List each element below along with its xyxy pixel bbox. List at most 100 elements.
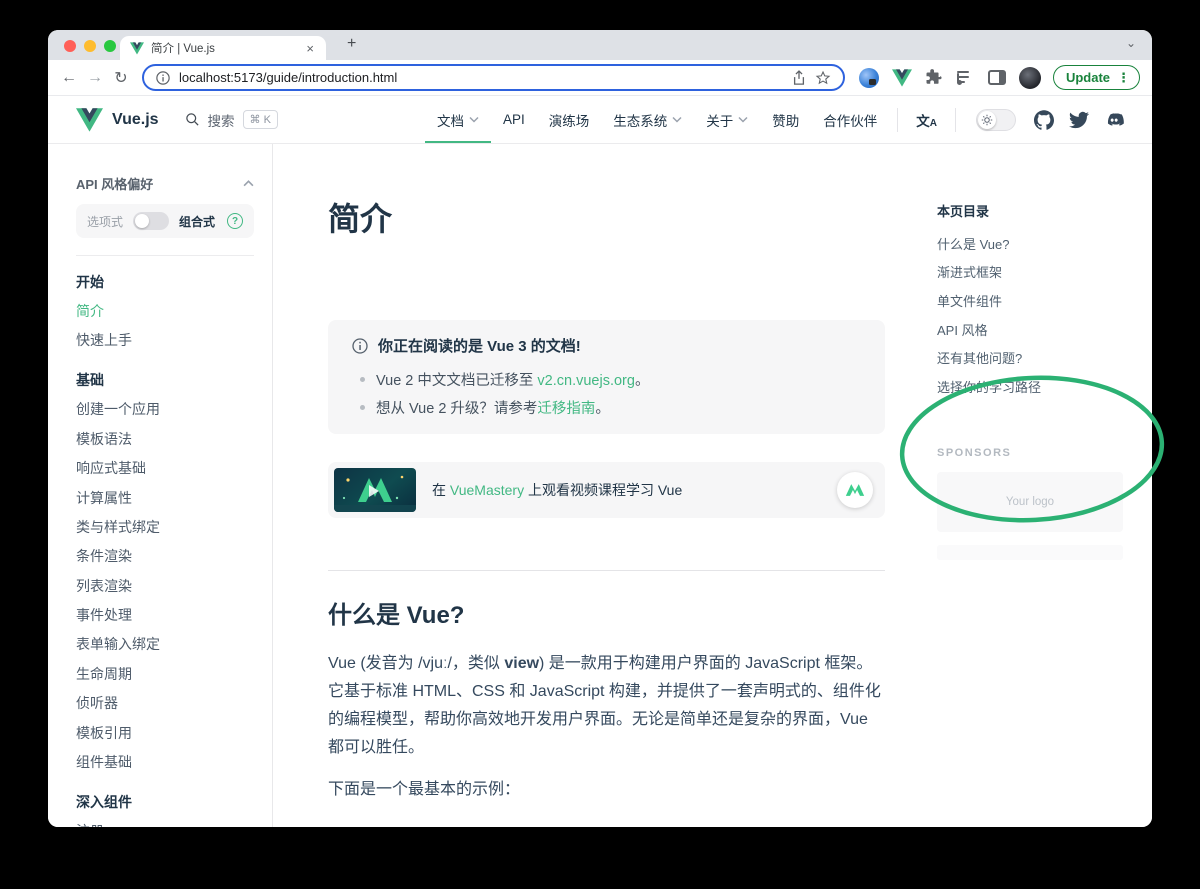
- social-links: [1034, 110, 1124, 130]
- bullet-dot-icon: [360, 377, 365, 382]
- sidebar-item[interactable]: 列表渲染: [76, 571, 254, 600]
- api-preference-header[interactable]: API 风格偏好: [76, 174, 254, 193]
- vpn-extension-icon[interactable]: [859, 68, 879, 88]
- side-panel-icon[interactable]: [988, 70, 1006, 85]
- toc-item[interactable]: 选择你的学习路径: [937, 372, 1152, 401]
- sidebar-item[interactable]: 注册: [76, 817, 254, 827]
- sidebar-item[interactable]: 计算属性: [76, 483, 254, 512]
- api-style-switch[interactable]: [133, 212, 169, 230]
- toc-item[interactable]: 什么是 Vue?: [937, 229, 1152, 258]
- discord-icon[interactable]: [1104, 110, 1124, 130]
- tab-search-chevron-icon[interactable]: ⌄: [1126, 36, 1136, 50]
- tab-title: 简介 | Vue.js: [151, 40, 304, 56]
- new-tab-button[interactable]: +: [340, 34, 363, 54]
- vuemastery-badge: [837, 472, 873, 508]
- inline-link[interactable]: 迁移指南: [537, 401, 595, 417]
- inline-link[interactable]: v2.cn.vuejs.org: [537, 373, 635, 389]
- sidebar-item[interactable]: 创建一个应用: [76, 395, 254, 424]
- composition-api-label[interactable]: 组合式: [179, 213, 215, 230]
- back-button[interactable]: ←: [56, 69, 82, 87]
- toc-item[interactable]: 单文件组件: [937, 286, 1152, 315]
- sidebar-item[interactable]: 表单输入绑定: [76, 630, 254, 659]
- tab-bar: 简介 | Vue.js × + ⌄: [48, 30, 1152, 60]
- sponsors-label: SPONSORS: [937, 447, 1152, 459]
- sidebar-item[interactable]: 模板引用: [76, 718, 254, 747]
- tab-audio-extension-icon[interactable]: [957, 70, 975, 86]
- toc-item[interactable]: 还有其他问题?: [937, 343, 1152, 372]
- search-button[interactable]: 搜索 ⌘ K: [185, 110, 278, 130]
- close-window-button[interactable]: [64, 40, 76, 52]
- vuemastery-link[interactable]: VueMastery: [450, 482, 524, 498]
- site-info-icon[interactable]: [156, 71, 170, 85]
- zoom-window-button[interactable]: [104, 40, 116, 52]
- main-content: 简介 你正在阅读的是 Vue 3 的文档! Vue 2 中文文档已迁移至 v2.…: [328, 144, 885, 827]
- puzzle-extensions-icon[interactable]: [925, 68, 944, 87]
- sponsor-placeholder-bar: [937, 545, 1123, 560]
- sidebar-item[interactable]: 生命周期: [76, 659, 254, 688]
- nav-item-label: 生态系统: [613, 110, 667, 130]
- close-tab-icon[interactable]: ×: [304, 40, 316, 57]
- nav-item-api[interactable]: API: [491, 96, 537, 143]
- nav-item-label: 文档: [437, 110, 464, 130]
- api-style-help-icon[interactable]: ?: [227, 213, 243, 229]
- nav-item-partners[interactable]: 合作伙伴: [811, 96, 889, 143]
- sidebar-item[interactable]: 简介: [76, 296, 254, 325]
- toc-item[interactable]: API 风格: [937, 315, 1152, 344]
- sidebar-item[interactable]: 事件处理: [76, 600, 254, 629]
- info-box-title-row: 你正在阅读的是 Vue 3 的文档!: [352, 335, 861, 356]
- sidebar-item[interactable]: 类与样式绑定: [76, 512, 254, 541]
- site-header: Vue.js 搜索 ⌘ K 文档 API 演练场 生态系统 关于 赞助合作伙伴 文A: [48, 96, 1152, 144]
- translate-menu[interactable]: 文A: [906, 110, 947, 130]
- api-preference-title: API 风格偏好: [76, 174, 153, 193]
- sidebar-sections: 开始简介快速上手基础创建一个应用模板语法响应式基础计算属性类与样式绑定条件渲染列…: [76, 267, 254, 827]
- share-icon[interactable]: [792, 70, 806, 86]
- vue-devtools-icon[interactable]: [892, 69, 912, 87]
- sidebar-section-title: 基础: [76, 366, 254, 395]
- site-logo[interactable]: Vue.js: [76, 108, 159, 132]
- browser-menu-icon[interactable]: ⋮: [1117, 70, 1130, 86]
- sidebar-item[interactable]: 条件渲染: [76, 542, 254, 571]
- browser-tab[interactable]: 简介 | Vue.js ×: [120, 36, 326, 60]
- profile-avatar[interactable]: [1019, 67, 1041, 89]
- nav-item-sponsor[interactable]: 赞助: [760, 96, 811, 143]
- sidebar-item[interactable]: 侦听器: [76, 689, 254, 718]
- vuemastery-banner[interactable]: 在 VueMastery 上观看视频课程学习 Vue: [328, 462, 885, 518]
- forward-button[interactable]: →: [82, 69, 108, 87]
- github-icon[interactable]: [1034, 110, 1054, 130]
- nav-item-about[interactable]: 关于: [694, 96, 760, 143]
- sidebar-item[interactable]: 响应式基础: [76, 454, 254, 483]
- chevron-down-icon: [738, 116, 748, 123]
- sidebar-item[interactable]: 快速上手: [76, 325, 254, 354]
- url-text[interactable]: localhost:5173/guide/introduction.html: [179, 70, 783, 85]
- nav-item-label: 演练场: [549, 110, 590, 130]
- toc-item[interactable]: 渐进式框架: [937, 258, 1152, 287]
- search-shortcut-kbd: ⌘ K: [243, 110, 278, 129]
- nav-item-label: 关于: [706, 110, 733, 130]
- right-aside: 本页目录 什么是 Vue?渐进式框架单文件组件API 风格还有其他问题?选择你的…: [937, 144, 1152, 560]
- minimize-window-button[interactable]: [84, 40, 96, 52]
- twitter-icon[interactable]: [1069, 110, 1089, 130]
- info-bullet: Vue 2 中文文档已迁移至 v2.cn.vuejs.org。: [360, 365, 861, 393]
- nav-item-docs[interactable]: 文档: [425, 96, 491, 143]
- sidebar-section: 基础创建一个应用模板语法响应式基础计算属性类与样式绑定条件渲染列表渲染事件处理表…: [76, 366, 254, 777]
- sponsor-placeholder-box[interactable]: Your logo: [937, 472, 1123, 532]
- chevron-up-icon: [243, 180, 254, 187]
- nav-item-playground[interactable]: 演练场: [537, 96, 602, 143]
- extensions-area: [853, 67, 1047, 89]
- nav-item-ecosystem[interactable]: 生态系统: [601, 96, 694, 143]
- sidebar-item[interactable]: 组件基础: [76, 747, 254, 776]
- chrome-update-button[interactable]: Update ⋮: [1053, 65, 1140, 90]
- vue3-info-box: 你正在阅读的是 Vue 3 的文档! Vue 2 中文文档已迁移至 v2.cn.…: [328, 320, 885, 434]
- reload-button[interactable]: ↻: [108, 68, 134, 88]
- options-api-label[interactable]: 选项式: [87, 213, 123, 230]
- inline-text: 。: [595, 401, 610, 417]
- theme-toggle[interactable]: [976, 109, 1016, 131]
- toc-title: 本页目录: [937, 201, 1152, 220]
- search-icon: [185, 112, 200, 127]
- sidebar-item[interactable]: 模板语法: [76, 424, 254, 453]
- theme-toggle-knob: [978, 111, 996, 129]
- api-style-switch-box: 选项式 组合式 ?: [76, 204, 254, 238]
- bookmark-star-icon[interactable]: [815, 70, 831, 86]
- url-bar[interactable]: localhost:5173/guide/introduction.html: [142, 64, 845, 91]
- main-nav: 文档 API 演练场 生态系统 关于 赞助合作伙伴: [425, 96, 889, 143]
